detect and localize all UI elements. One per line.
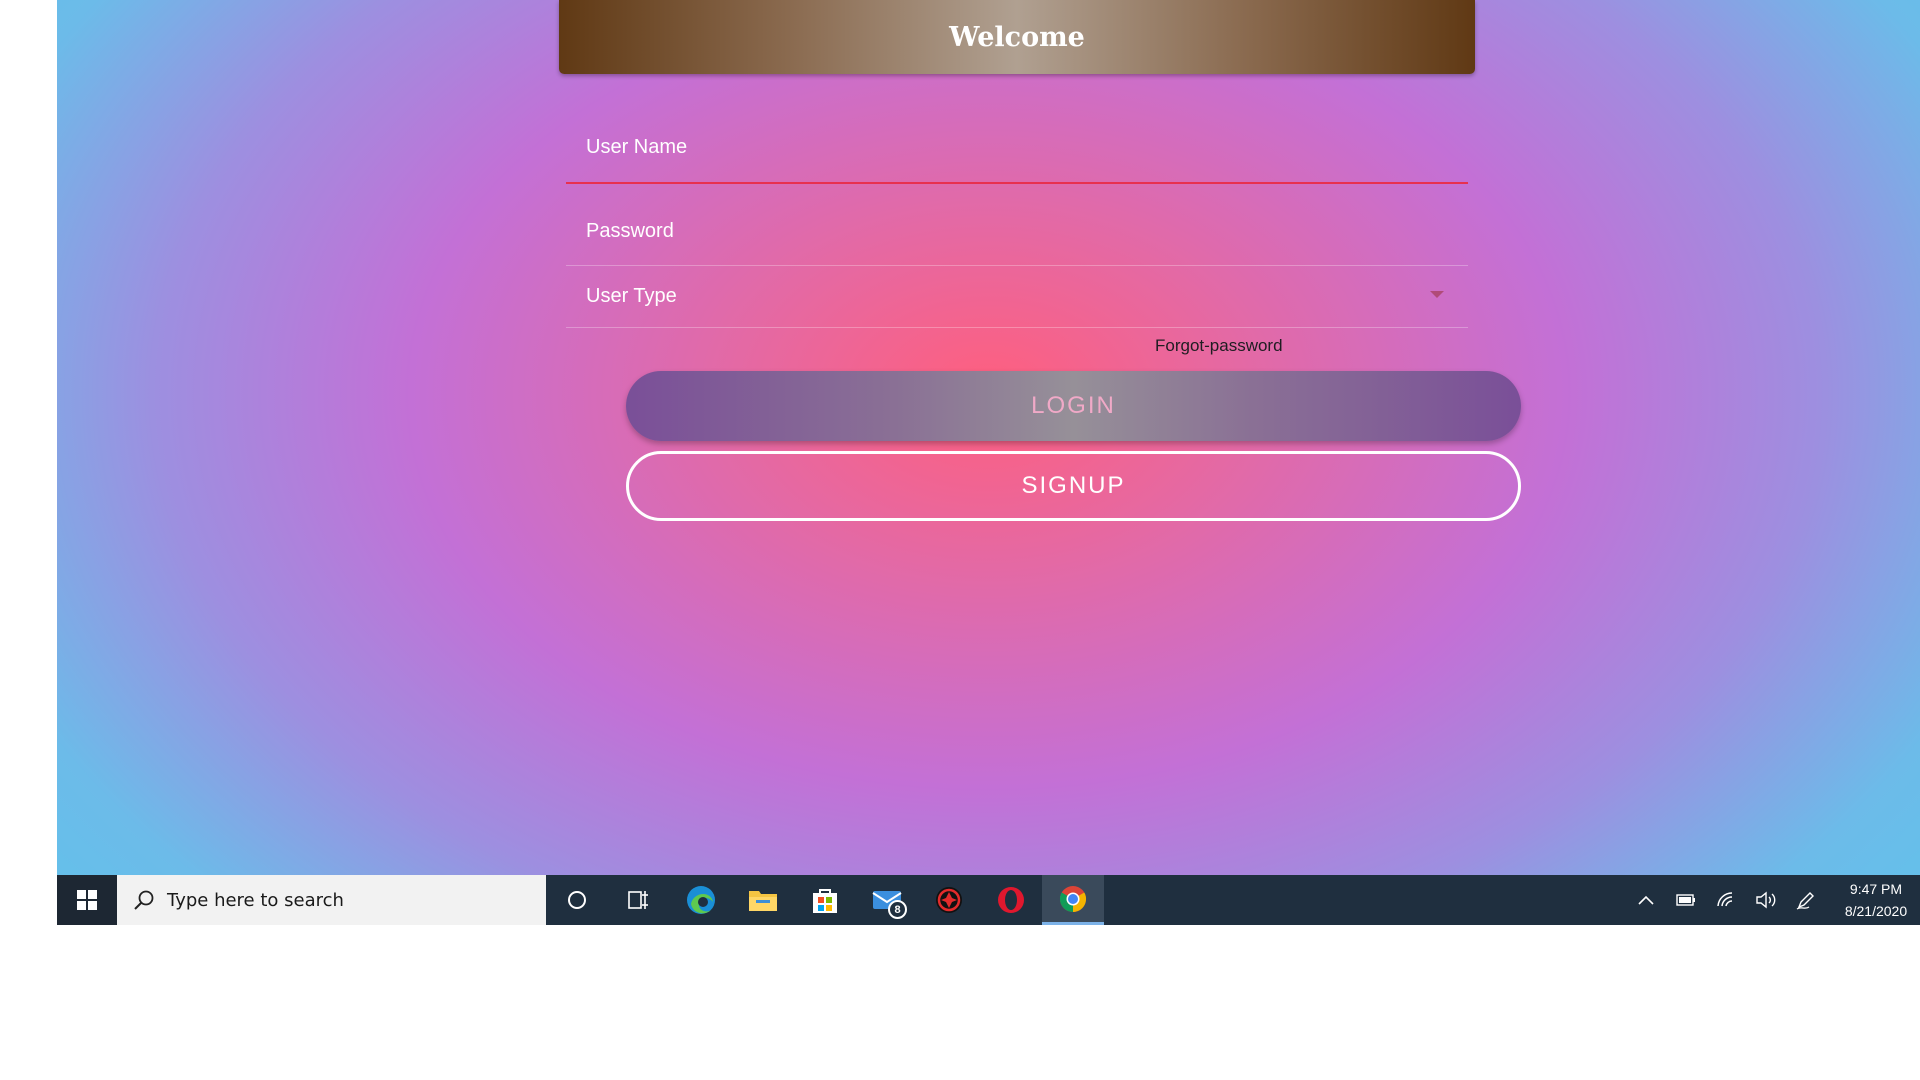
pen-button[interactable]: [1786, 875, 1826, 925]
opera-icon: [998, 887, 1024, 913]
security-app-icon: [936, 887, 962, 913]
file-explorer-icon: [749, 891, 777, 911]
edge-app[interactable]: [670, 875, 732, 925]
file-explorer-app[interactable]: [732, 875, 794, 925]
cortana-icon: [568, 891, 586, 909]
show-hidden-icons-button[interactable]: [1626, 875, 1666, 925]
welcome-header: Welcome: [559, 0, 1475, 74]
pen-icon: [1796, 892, 1814, 910]
store-app[interactable]: [794, 875, 856, 925]
dropdown-arrow-icon[interactable]: [1430, 291, 1444, 298]
opera-app[interactable]: [980, 875, 1042, 925]
search-icon: [134, 890, 154, 910]
task-view-icon: [628, 891, 648, 909]
chrome-app[interactable]: [1042, 875, 1104, 925]
app-screen: Welcome User Type Forgot-password LOGIN …: [57, 0, 1920, 875]
start-button[interactable]: [57, 875, 117, 925]
network-button[interactable]: [1706, 875, 1746, 925]
edge-icon: [687, 886, 715, 914]
battery-icon: [1676, 894, 1695, 906]
forgot-password-link[interactable]: Forgot-password: [1155, 336, 1283, 356]
mail-badge: 8: [888, 900, 907, 919]
usertype-label: User Type: [586, 285, 677, 307]
password-input[interactable]: [566, 198, 1468, 265]
mail-app[interactable]: 8: [856, 875, 918, 925]
taskbar-clock[interactable]: 9:47 PM 8/21/2020: [1832, 878, 1920, 922]
page-title: Welcome: [949, 21, 1085, 53]
taskbar-search[interactable]: Type here to search: [117, 875, 546, 925]
clock-date: 8/21/2020: [1844, 903, 1908, 919]
speaker-icon: [1756, 891, 1776, 909]
password-field[interactable]: [566, 198, 1468, 266]
store-icon: [813, 889, 837, 913]
task-view-button[interactable]: [608, 875, 670, 925]
cortana-button[interactable]: [546, 875, 608, 925]
windows-logo-icon: [77, 890, 97, 910]
signup-button[interactable]: SIGNUP: [626, 451, 1521, 521]
username-input[interactable]: [566, 112, 1468, 182]
search-placeholder: Type here to search: [167, 889, 344, 911]
username-field[interactable]: [566, 112, 1468, 184]
chevron-up-icon: [1638, 895, 1654, 905]
system-tray: 9:47 PM 8/21/2020: [1626, 875, 1920, 925]
battery-button[interactable]: [1666, 875, 1706, 925]
security-app[interactable]: [918, 875, 980, 925]
volume-button[interactable]: [1746, 875, 1786, 925]
taskbar: Type here to search 8 9:47 PM 8/21/2020: [57, 875, 1920, 925]
usertype-select[interactable]: User Type: [566, 266, 1468, 328]
chrome-icon: [1059, 885, 1087, 912]
clock-time: 9:47 PM: [1849, 881, 1903, 897]
login-button[interactable]: LOGIN: [626, 371, 1521, 441]
wifi-icon: [1717, 892, 1733, 907]
